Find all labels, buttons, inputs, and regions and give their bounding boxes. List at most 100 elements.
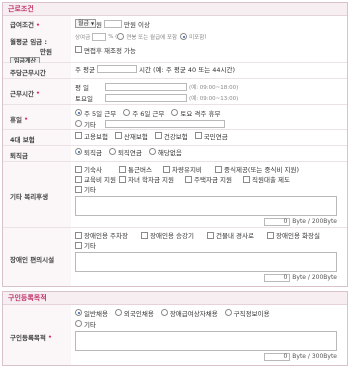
option-label: 국민연금 — [203, 132, 228, 141]
bonus-suffix: ) — [204, 33, 207, 40]
welfare-option[interactable]: 기숙사 — [75, 164, 119, 174]
radio[interactable] — [75, 148, 82, 155]
purpose-option-general[interactable]: 일반채용 — [75, 308, 108, 318]
avg-wage-label: 월평균 임금 : — [10, 38, 48, 46]
retirement-row: 퇴직금 퇴직금 퇴직연금 해당없음 — [3, 146, 347, 162]
radio[interactable] — [114, 309, 122, 316]
option-label: 건강보험 — [163, 132, 188, 141]
welfare-option[interactable]: 직원대출 제도 — [243, 174, 303, 184]
pay-type-select[interactable]: 월급 — [75, 19, 97, 28]
purpose-option-disabled[interactable]: 장애급여상자채용 — [160, 308, 218, 318]
option-label: 장애인용 화장실 — [276, 232, 320, 240]
purpose-label-cell: 구인등록목적 • — [3, 305, 71, 365]
weekly-hours-value: 주 평균 시간 (예: 주 평균 40 또는 44시간) — [71, 63, 347, 74]
radio[interactable] — [75, 120, 82, 127]
welfare-option[interactable]: 중식제공(또는 중식비 지원) — [215, 164, 325, 174]
saturday-example: (예: 09:00~13:00) — [189, 95, 239, 102]
welfare-option[interactable]: 통근버스 — [119, 164, 163, 174]
checkbox[interactable] — [267, 231, 274, 239]
weekly-hours-suffix: 시간 (예: 주 평균 40 또는 44시간) — [139, 65, 236, 74]
insurance-option[interactable]: 건강보험 — [154, 131, 188, 141]
retirement-option[interactable]: 퇴직금 — [75, 147, 102, 157]
welfare-option[interactable]: 기타 — [75, 184, 119, 194]
negotiable-checkbox[interactable] — [75, 46, 82, 53]
facilities-textarea[interactable] — [75, 252, 337, 272]
purpose-option-other[interactable]: 기타 — [75, 319, 96, 329]
purpose-option-foreign[interactable]: 외국인채용 — [114, 308, 154, 318]
welfare-option[interactable]: 주택자금 지원 — [185, 174, 243, 184]
retirement-option[interactable]: 퇴직연금 — [108, 147, 142, 157]
pay-amount-input[interactable] — [104, 19, 123, 28]
radio[interactable] — [75, 320, 82, 327]
checkbox[interactable] — [207, 231, 214, 239]
welfare-value: 기숙사 통근버스 차량유지비 중식제공(또는 중식비 지원) 교육비 지원 자녀… — [71, 162, 349, 227]
facility-option[interactable]: 건물내 경사로 — [207, 230, 267, 240]
option-label: 기타 — [84, 242, 96, 250]
facility-option[interactable]: 기타 — [75, 240, 119, 250]
holiday-row: 휴일 • 주 5일 근무 주 6일 근무 토요 격주 휴무 기타 — [3, 105, 347, 130]
checkbox[interactable] — [75, 241, 82, 249]
purpose-option-jobinfo[interactable]: 구직정보이용 — [224, 308, 270, 318]
option-label: 기숙사 — [84, 166, 102, 174]
checkbox[interactable] — [75, 231, 82, 239]
holiday-value: 주 5일 근무 주 6일 근무 토요 격주 휴무 기타 — [71, 105, 347, 129]
welfare-option[interactable]: 교육비 지원 — [75, 174, 119, 184]
bonus-included-radio[interactable] — [117, 33, 125, 40]
checkbox[interactable] — [194, 132, 202, 139]
checkbox[interactable] — [185, 175, 192, 183]
insurance-option[interactable]: 국민연금 — [194, 131, 228, 141]
facility-option[interactable]: 장애인용 승강기 — [141, 230, 207, 240]
checkbox[interactable] — [119, 165, 126, 173]
bonus-input[interactable] — [92, 32, 107, 41]
radio[interactable] — [171, 109, 179, 116]
holiday-option-other[interactable]: 기타 — [75, 119, 96, 129]
purpose-textarea[interactable] — [75, 331, 337, 351]
insurance-option[interactable]: 산재보험 — [114, 131, 148, 141]
radio[interactable] — [108, 148, 116, 155]
byte-limit: Byte / 300Byte — [292, 353, 337, 360]
radio[interactable] — [148, 148, 156, 155]
welfare-option[interactable]: 자녀 학자금 지원 — [119, 174, 185, 184]
radio[interactable] — [224, 309, 232, 316]
insurance-option[interactable]: 고용보험 — [75, 131, 108, 141]
retirement-option[interactable]: 해당없음 — [148, 147, 182, 157]
radio[interactable] — [75, 309, 82, 316]
holiday-option-biweekly[interactable]: 토요 격주 휴무 — [171, 108, 220, 118]
option-label: 기타 — [84, 320, 96, 329]
bonus-excluded-radio[interactable] — [180, 33, 188, 40]
byte-limit: Byte / 200Byte — [292, 218, 337, 225]
negotiable-label: 면접후 재조정 가능 — [84, 46, 136, 55]
won-unit: 원 — [96, 20, 103, 29]
weekday-time-input[interactable] — [105, 82, 187, 91]
checkbox[interactable] — [163, 165, 170, 173]
option-label: 장애인용 승강기 — [150, 232, 194, 240]
option-label: 자녀 학자금 지원 — [128, 176, 174, 184]
byte-count: 0 — [264, 274, 291, 282]
checkbox[interactable] — [75, 175, 82, 183]
checkbox[interactable] — [215, 165, 222, 173]
radio[interactable] — [75, 109, 82, 116]
weekly-hours-input[interactable] — [97, 64, 138, 73]
checkbox[interactable] — [154, 132, 162, 139]
checkbox[interactable] — [75, 165, 82, 173]
saturday-time-input[interactable] — [105, 93, 187, 102]
pay-label-cell: 급여조건 • 월평균 임금 : 만원 임금계산 — [3, 16, 71, 66]
checkbox[interactable] — [243, 175, 250, 183]
checkbox[interactable] — [141, 231, 148, 239]
checkbox[interactable] — [114, 132, 122, 139]
holiday-option-6day[interactable]: 주 6일 근무 — [123, 108, 164, 118]
facilities-byte-counter: 0 Byte / 200Byte — [75, 274, 337, 282]
welfare-option[interactable]: 차량유지비 — [163, 164, 215, 174]
welfare-textarea[interactable] — [75, 196, 337, 216]
facility-option[interactable]: 장애인용 주차장 — [75, 230, 141, 240]
facility-option[interactable]: 장애인용 화장실 — [267, 230, 343, 240]
holiday-option-5day[interactable]: 주 5일 근무 — [75, 108, 116, 118]
option-label: 퇴직금 — [84, 148, 102, 157]
checkbox[interactable] — [75, 185, 82, 193]
bonus-unit: % ( — [108, 33, 118, 40]
checkbox[interactable] — [119, 175, 126, 183]
checkbox[interactable] — [75, 132, 82, 139]
holiday-other-input[interactable] — [104, 119, 225, 128]
radio[interactable] — [160, 309, 168, 316]
radio[interactable] — [123, 109, 131, 116]
